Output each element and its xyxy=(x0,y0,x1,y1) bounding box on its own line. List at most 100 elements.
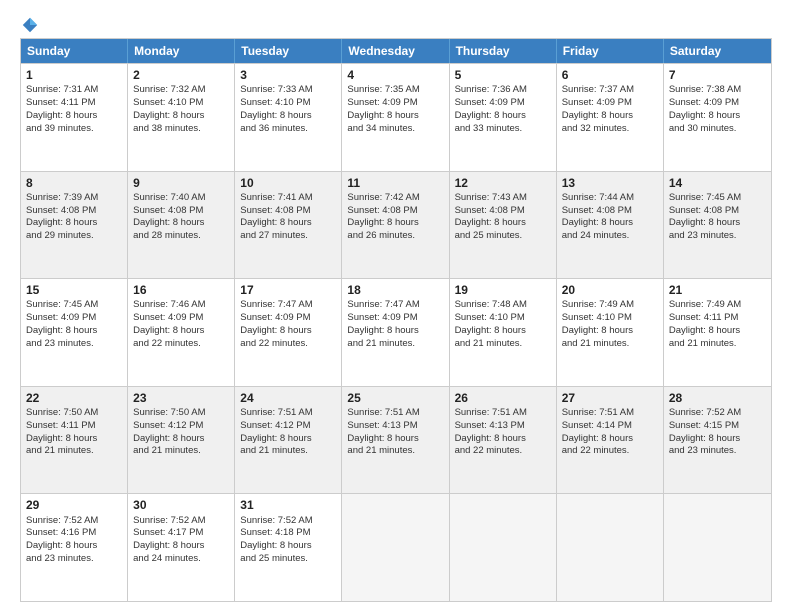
day-info-line: Sunrise: 7:51 AM xyxy=(240,407,336,420)
header-day-sunday: Sunday xyxy=(21,39,128,63)
day-info-line: Daylight: 8 hours xyxy=(133,433,229,446)
cal-cell: 27Sunrise: 7:51 AMSunset: 4:14 PMDayligh… xyxy=(557,387,664,494)
day-info-line: Daylight: 8 hours xyxy=(133,110,229,123)
day-info-line: and 32 minutes. xyxy=(562,123,658,136)
day-info-line: Sunset: 4:09 PM xyxy=(455,97,551,110)
day-info-line: Sunrise: 7:49 AM xyxy=(669,299,766,312)
day-info-line: Daylight: 8 hours xyxy=(455,433,551,446)
day-info-line: and 27 minutes. xyxy=(240,230,336,243)
day-info-line: Sunrise: 7:50 AM xyxy=(26,407,122,420)
day-info-line: and 23 minutes. xyxy=(26,338,122,351)
day-info-line: Daylight: 8 hours xyxy=(669,217,766,230)
cal-cell: 24Sunrise: 7:51 AMSunset: 4:12 PMDayligh… xyxy=(235,387,342,494)
day-number: 8 xyxy=(26,175,122,191)
day-info-line: Sunset: 4:11 PM xyxy=(26,97,122,110)
cal-cell: 9Sunrise: 7:40 AMSunset: 4:08 PMDaylight… xyxy=(128,172,235,279)
day-number: 20 xyxy=(562,282,658,298)
day-info-line: and 38 minutes. xyxy=(133,123,229,136)
day-info-line: Sunrise: 7:48 AM xyxy=(455,299,551,312)
day-info-line: Sunrise: 7:51 AM xyxy=(562,407,658,420)
day-number: 18 xyxy=(347,282,443,298)
day-info-line: and 39 minutes. xyxy=(26,123,122,136)
day-info-line: Daylight: 8 hours xyxy=(26,433,122,446)
cal-cell: 4Sunrise: 7:35 AMSunset: 4:09 PMDaylight… xyxy=(342,64,449,171)
day-info-line: Sunset: 4:11 PM xyxy=(26,420,122,433)
day-info-line: Sunset: 4:13 PM xyxy=(455,420,551,433)
week-row-4: 22Sunrise: 7:50 AMSunset: 4:11 PMDayligh… xyxy=(21,386,771,494)
day-info-line: Sunrise: 7:51 AM xyxy=(347,407,443,420)
cal-cell: 31Sunrise: 7:52 AMSunset: 4:18 PMDayligh… xyxy=(235,494,342,601)
day-number: 7 xyxy=(669,67,766,83)
day-info-line: Daylight: 8 hours xyxy=(240,325,336,338)
day-info-line: Sunset: 4:08 PM xyxy=(26,205,122,218)
cal-cell: 15Sunrise: 7:45 AMSunset: 4:09 PMDayligh… xyxy=(21,279,128,386)
day-info-line: Sunrise: 7:33 AM xyxy=(240,84,336,97)
day-info-line: and 28 minutes. xyxy=(133,230,229,243)
day-info-line: Daylight: 8 hours xyxy=(669,110,766,123)
day-info-line: Sunrise: 7:51 AM xyxy=(455,407,551,420)
day-info-line: Sunset: 4:16 PM xyxy=(26,527,122,540)
day-number: 10 xyxy=(240,175,336,191)
day-info-line: and 29 minutes. xyxy=(26,230,122,243)
day-info-line: and 24 minutes. xyxy=(133,553,229,566)
day-info-line: Daylight: 8 hours xyxy=(455,325,551,338)
day-info-line: and 22 minutes. xyxy=(240,338,336,351)
day-info-line: Sunrise: 7:49 AM xyxy=(562,299,658,312)
cal-cell: 18Sunrise: 7:47 AMSunset: 4:09 PMDayligh… xyxy=(342,279,449,386)
day-info-line: Daylight: 8 hours xyxy=(562,433,658,446)
day-info-line: Sunset: 4:17 PM xyxy=(133,527,229,540)
cal-cell: 29Sunrise: 7:52 AMSunset: 4:16 PMDayligh… xyxy=(21,494,128,601)
day-info-line: Sunset: 4:08 PM xyxy=(347,205,443,218)
day-info-line: Sunset: 4:09 PM xyxy=(133,312,229,325)
day-number: 27 xyxy=(562,390,658,406)
day-info-line: Sunset: 4:08 PM xyxy=(455,205,551,218)
cal-cell: 10Sunrise: 7:41 AMSunset: 4:08 PMDayligh… xyxy=(235,172,342,279)
day-info-line: Sunset: 4:18 PM xyxy=(240,527,336,540)
day-info-line: and 24 minutes. xyxy=(562,230,658,243)
header xyxy=(20,16,772,30)
day-info-line: Sunset: 4:09 PM xyxy=(347,312,443,325)
cal-cell: 3Sunrise: 7:33 AMSunset: 4:10 PMDaylight… xyxy=(235,64,342,171)
day-number: 25 xyxy=(347,390,443,406)
day-info-line: and 23 minutes. xyxy=(26,553,122,566)
day-info-line: Sunset: 4:15 PM xyxy=(669,420,766,433)
day-info-line: Daylight: 8 hours xyxy=(562,325,658,338)
calendar: SundayMondayTuesdayWednesdayThursdayFrid… xyxy=(20,38,772,602)
day-info-line: Daylight: 8 hours xyxy=(347,217,443,230)
day-info-line: and 22 minutes. xyxy=(455,445,551,458)
day-info-line: Daylight: 8 hours xyxy=(347,433,443,446)
cal-cell: 16Sunrise: 7:46 AMSunset: 4:09 PMDayligh… xyxy=(128,279,235,386)
day-info-line: Sunset: 4:12 PM xyxy=(240,420,336,433)
cal-cell xyxy=(450,494,557,601)
day-number: 12 xyxy=(455,175,551,191)
cal-cell: 5Sunrise: 7:36 AMSunset: 4:09 PMDaylight… xyxy=(450,64,557,171)
day-info-line: Sunset: 4:13 PM xyxy=(347,420,443,433)
cal-cell: 17Sunrise: 7:47 AMSunset: 4:09 PMDayligh… xyxy=(235,279,342,386)
day-info-line: Sunrise: 7:35 AM xyxy=(347,84,443,97)
day-info-line: and 23 minutes. xyxy=(669,230,766,243)
day-info-line: and 21 minutes. xyxy=(562,338,658,351)
day-number: 2 xyxy=(133,67,229,83)
day-number: 23 xyxy=(133,390,229,406)
cal-cell: 12Sunrise: 7:43 AMSunset: 4:08 PMDayligh… xyxy=(450,172,557,279)
day-info-line: Daylight: 8 hours xyxy=(133,540,229,553)
day-number: 29 xyxy=(26,497,122,513)
day-number: 31 xyxy=(240,497,336,513)
day-info-line: Sunset: 4:09 PM xyxy=(240,312,336,325)
cal-cell: 28Sunrise: 7:52 AMSunset: 4:15 PMDayligh… xyxy=(664,387,771,494)
cal-cell: 8Sunrise: 7:39 AMSunset: 4:08 PMDaylight… xyxy=(21,172,128,279)
header-day-friday: Friday xyxy=(557,39,664,63)
day-info-line: Sunrise: 7:45 AM xyxy=(669,192,766,205)
day-info-line: and 25 minutes. xyxy=(240,553,336,566)
day-info-line: and 33 minutes. xyxy=(455,123,551,136)
cal-cell: 25Sunrise: 7:51 AMSunset: 4:13 PMDayligh… xyxy=(342,387,449,494)
cal-cell: 22Sunrise: 7:50 AMSunset: 4:11 PMDayligh… xyxy=(21,387,128,494)
day-info-line: Sunrise: 7:37 AM xyxy=(562,84,658,97)
day-info-line: and 25 minutes. xyxy=(455,230,551,243)
cal-cell: 1Sunrise: 7:31 AMSunset: 4:11 PMDaylight… xyxy=(21,64,128,171)
day-info-line: Daylight: 8 hours xyxy=(26,325,122,338)
day-number: 24 xyxy=(240,390,336,406)
day-number: 28 xyxy=(669,390,766,406)
week-row-2: 8Sunrise: 7:39 AMSunset: 4:08 PMDaylight… xyxy=(21,171,771,279)
cal-cell: 20Sunrise: 7:49 AMSunset: 4:10 PMDayligh… xyxy=(557,279,664,386)
